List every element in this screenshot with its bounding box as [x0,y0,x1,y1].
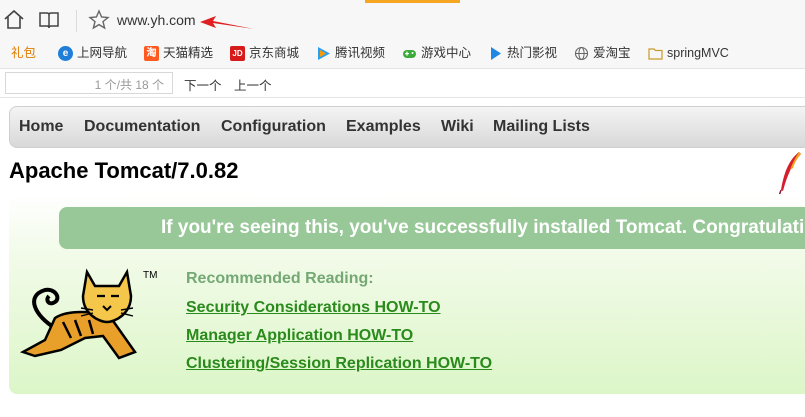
globe-icon [574,46,589,61]
nav-home[interactable]: Home [19,118,63,136]
jd-icon: JD [230,46,245,61]
link-clustering-howto[interactable]: Clustering/Session Replication HOW-TO [186,355,492,373]
bookmark-gift[interactable]: 礼包 [11,46,36,62]
bookmark-game-center[interactable]: 游戏中心 [402,46,471,62]
bookmark-folder-springmvc[interactable]: springMVC [648,46,729,62]
bookmark-nav[interactable]: e 上网导航 [58,46,127,62]
find-bar: 1 个/共 18 个 下一个 上一个 [0,69,805,98]
browser-toolbar: www.yh.com [0,0,805,40]
success-banner-text: If you're seeing this, you've successful… [161,217,805,238]
red-arrow-annotation [200,16,254,29]
tomcat-logo: TM [19,268,157,360]
find-prev-button[interactable]: 上一个 [234,75,272,94]
find-match-count: 1 个/共 18 个 [94,78,164,92]
apache-feather-logo [778,152,801,197]
nav-wiki[interactable]: Wiki [441,118,474,136]
recommended-reading-title: Recommended Reading: [186,270,374,287]
active-tab-indicator [365,0,460,3]
play-icon [488,46,503,61]
star-icon[interactable] [87,8,111,32]
tomcat-navbar: Home Documentation Configuration Example… [9,106,805,148]
link-security-howto[interactable]: Security Considerations HOW-TO [186,299,441,317]
bookmark-jd[interactable]: JD 京东商城 [230,46,299,62]
tencent-video-icon [316,46,331,61]
bookmark-ai-taobao[interactable]: 爱淘宝 [574,46,631,62]
ie-icon: e [58,46,73,61]
folder-icon [648,46,663,61]
bookmark-hot-movies[interactable]: 热门影视 [488,46,557,62]
nav-documentation[interactable]: Documentation [84,118,200,136]
nav-examples[interactable]: Examples [346,118,421,136]
nav-mailing-lists[interactable]: Mailing Lists [493,118,590,136]
home-icon[interactable] [2,8,26,32]
bookmark-tencent-video[interactable]: 腾讯视频 [316,46,385,62]
page-title: Apache Tomcat/7.0.82 [9,158,239,183]
link-manager-howto[interactable]: Manager Application HOW-TO [186,327,413,345]
find-next-button[interactable]: 下一个 [184,75,222,94]
gamepad-icon [402,46,417,61]
bookmark-tmall[interactable]: 淘天猫精选 [144,46,213,62]
address-bar-url[interactable]: www.yh.com [117,12,196,28]
trademark-symbol: TM [143,270,157,281]
taobao-icon: 淘 [144,46,159,61]
reader-icon[interactable] [37,8,61,32]
bookmarks-bar: 礼包 e 上网导航 淘天猫精选 JD 京东商城 腾讯视频 游戏中心 热门影视 爱淘宝… [0,40,805,69]
find-input[interactable]: 1 个/共 18 个 [5,72,173,94]
toolbar-separator [76,10,77,32]
nav-configuration[interactable]: Configuration [221,118,326,136]
